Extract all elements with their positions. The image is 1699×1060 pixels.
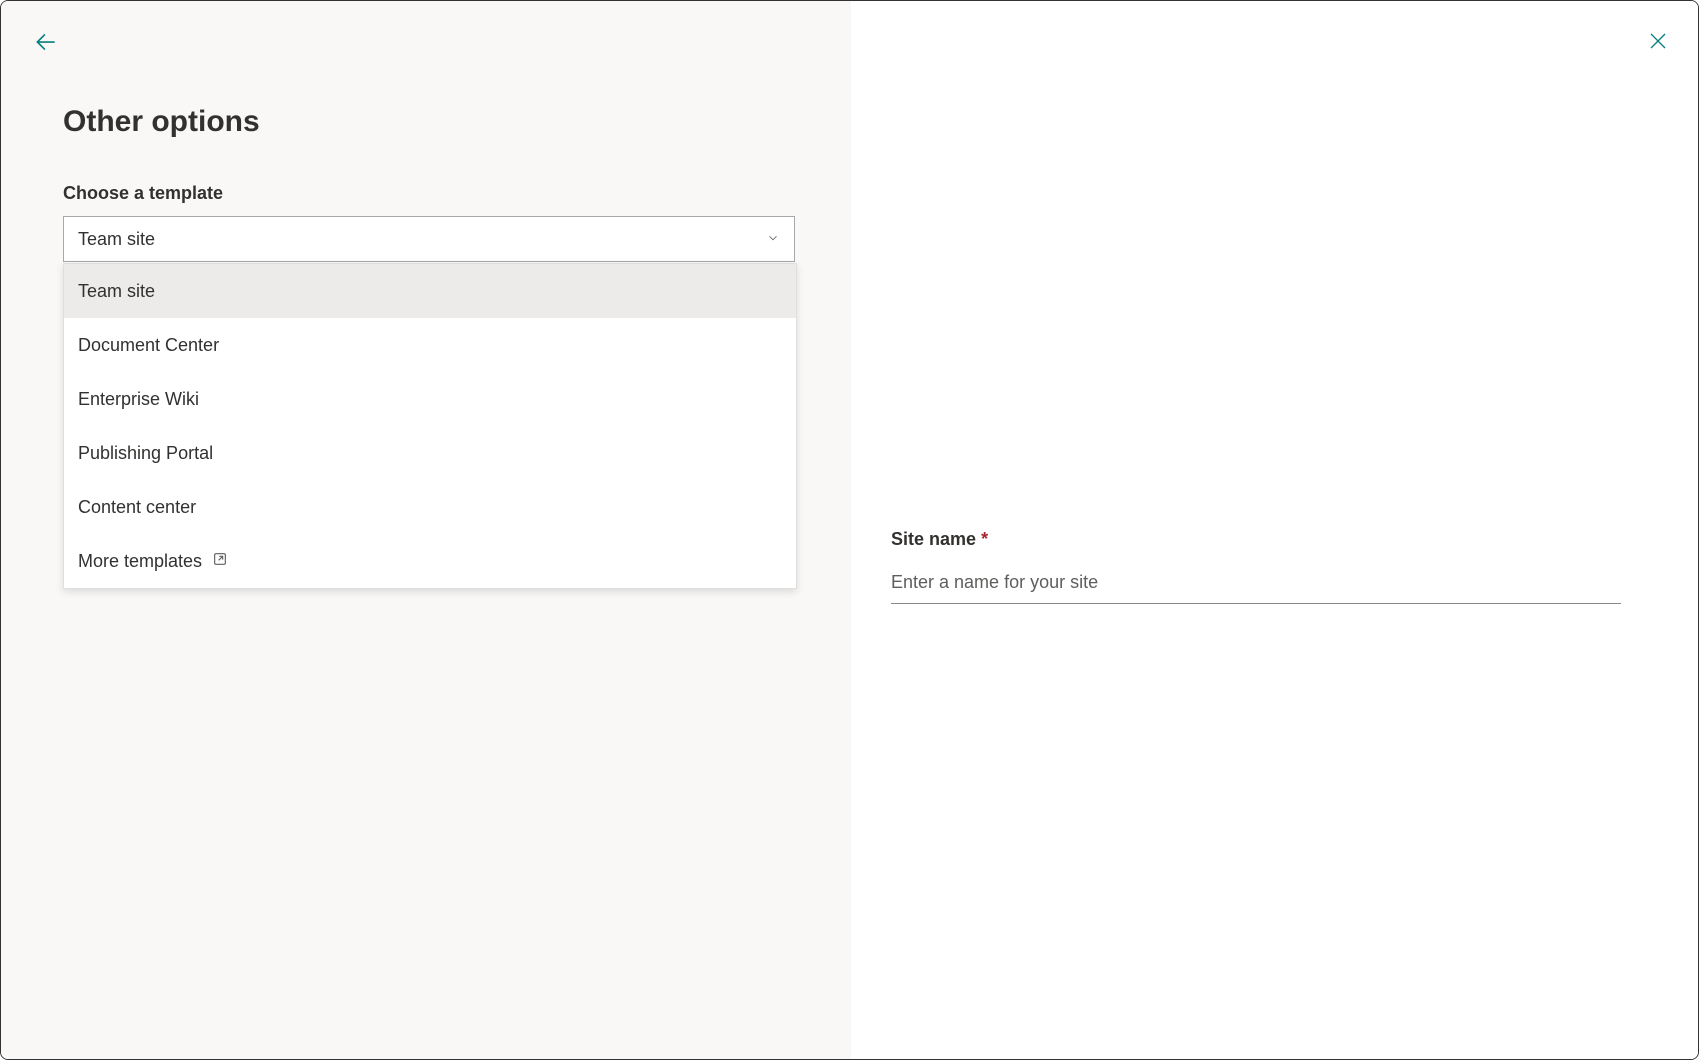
template-option-label: More templates [78,551,202,572]
site-name-input[interactable] [891,562,1621,604]
external-link-icon [212,551,228,572]
template-label: Choose a template [63,183,851,204]
chevron-down-icon [766,229,780,250]
template-select[interactable]: Team site [63,216,795,262]
arrow-left-icon [33,29,59,55]
template-option-label: Content center [78,497,196,518]
close-button[interactable] [1646,29,1670,58]
close-icon [1646,29,1670,53]
template-option-label: Enterprise Wiki [78,389,199,410]
site-name-label-text: Site name [891,529,976,549]
back-button[interactable] [33,29,59,60]
site-name-label: Site name * [891,529,1658,550]
template-option-team-site[interactable]: Team site [64,264,796,318]
required-indicator: * [981,529,988,549]
page-title: Other options [63,105,851,139]
template-option-label: Document Center [78,335,219,356]
template-option-enterprise-wiki[interactable]: Enterprise Wiki [64,372,796,426]
template-option-more-templates[interactable]: More templates [64,534,796,588]
template-select-value: Team site [78,229,155,250]
template-dropdown: Team site Document Center Enterprise Wik… [63,263,797,589]
template-option-content-center[interactable]: Content center [64,480,796,534]
template-option-label: Publishing Portal [78,443,213,464]
template-option-label: Team site [78,281,155,302]
template-option-document-center[interactable]: Document Center [64,318,796,372]
template-option-publishing-portal[interactable]: Publishing Portal [64,426,796,480]
